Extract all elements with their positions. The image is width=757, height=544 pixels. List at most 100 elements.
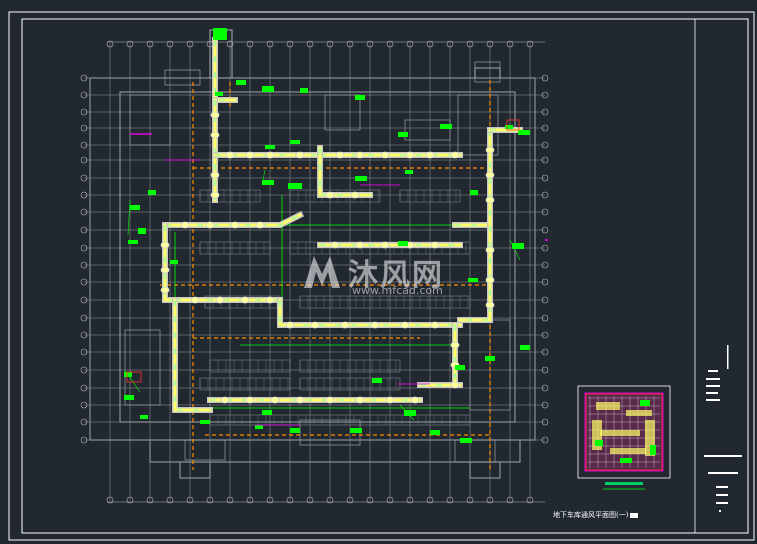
diffuser-marker xyxy=(240,296,250,304)
diffuser-marker xyxy=(405,151,415,159)
equipment-tag xyxy=(130,205,140,210)
diffuser-marker xyxy=(325,396,335,404)
keyplan-tag xyxy=(640,400,650,406)
diffuser-marker xyxy=(485,246,495,254)
room-outline xyxy=(124,329,161,406)
diffuser-marker xyxy=(335,151,345,159)
diffuser-marker xyxy=(485,276,495,284)
diffuser-marker xyxy=(160,241,170,249)
equipment-tag xyxy=(372,378,382,383)
diffuser-marker xyxy=(225,151,235,159)
equipment-tag xyxy=(262,410,272,415)
equipment-tag xyxy=(520,345,530,350)
equipment-tag xyxy=(505,125,513,129)
equipment-tag xyxy=(236,80,246,85)
diffuser-marker xyxy=(285,321,295,329)
equipment-tag xyxy=(430,430,440,435)
equipment-tag xyxy=(128,240,138,244)
leader-line xyxy=(127,199,131,236)
keyplan-tag xyxy=(650,445,656,455)
diffuser-marker xyxy=(370,321,380,329)
parking-row xyxy=(199,377,291,391)
green-equipment-labels xyxy=(124,28,530,443)
equipment-tag xyxy=(405,170,413,174)
diffuser-marker xyxy=(450,151,460,159)
equipment-tag xyxy=(290,140,300,144)
diffuser-marker xyxy=(270,396,280,404)
key-plan xyxy=(577,385,671,490)
diffuser-marker xyxy=(295,151,305,159)
room-outline xyxy=(184,439,226,461)
room-outline xyxy=(454,439,496,463)
room-outline xyxy=(404,119,451,141)
diffuser-marker xyxy=(450,341,460,349)
equipment-tag xyxy=(140,415,148,419)
diffuser-marker xyxy=(485,301,495,309)
diffuser-marker xyxy=(210,191,220,199)
diffuser-marker xyxy=(205,221,215,229)
drawing-caption: 地下车库通风平面图(一) xyxy=(553,510,639,520)
diffuser-marker xyxy=(400,321,410,329)
equipment-tag xyxy=(262,180,274,185)
diffuser-marker xyxy=(355,241,365,249)
equipment-tag xyxy=(213,28,227,40)
equipment-tag xyxy=(398,241,408,246)
equipment-tag xyxy=(455,365,465,370)
equipment-tag xyxy=(485,356,495,361)
diffuser-marker xyxy=(160,266,170,274)
keyplan-duct xyxy=(610,448,646,454)
parking-row xyxy=(299,295,471,309)
keyplan-duct xyxy=(626,410,652,416)
diffuser-marker xyxy=(180,221,190,229)
diffuser-marker xyxy=(210,171,220,179)
diffuser-marker xyxy=(340,321,350,329)
diffuser-marker xyxy=(210,111,220,119)
equipment-tag xyxy=(288,183,302,189)
equipment-tag xyxy=(170,260,178,264)
diffuser-marker xyxy=(355,396,365,404)
diffuser-marker xyxy=(220,396,230,404)
diffuser-marker xyxy=(485,196,495,204)
equipment-tag xyxy=(300,88,308,93)
equipment-tag xyxy=(350,428,362,433)
equipment-tag xyxy=(398,132,408,137)
equipment-tag xyxy=(200,420,210,424)
equipment-tag xyxy=(138,228,146,234)
title-block-marks xyxy=(704,345,742,512)
equipment-tag xyxy=(355,95,365,100)
diffuser-marker xyxy=(330,241,340,249)
keyplan-duct xyxy=(600,430,640,436)
diffuser-marker xyxy=(430,321,440,329)
diffuser-marker xyxy=(410,396,420,404)
cad-drawing-canvas xyxy=(8,11,755,541)
equipment-tag xyxy=(470,190,478,195)
keyplan-tag xyxy=(620,458,632,463)
equipment-tag xyxy=(265,145,275,149)
equipment-tag xyxy=(290,428,300,433)
caption-bar xyxy=(630,512,639,518)
equipment-tag xyxy=(460,438,472,443)
keyplan-tag xyxy=(595,440,603,446)
equipment-tag xyxy=(255,425,263,429)
diffuser-marker xyxy=(380,151,390,159)
room-outline xyxy=(324,94,361,131)
diffuser-marker xyxy=(430,241,440,249)
equipment-tag xyxy=(355,176,367,181)
equipment-tag xyxy=(148,190,156,195)
diffuser-marker xyxy=(245,151,255,159)
diffuser-marker xyxy=(265,151,275,159)
equipment-tag xyxy=(518,130,530,135)
diffuser-marker xyxy=(310,321,320,329)
diffuser-marker xyxy=(265,296,275,304)
equipment-tag xyxy=(215,92,223,96)
keyplan-duct xyxy=(596,402,620,410)
diffuser-marker xyxy=(355,151,365,159)
diffuser-marker xyxy=(485,171,495,179)
diffuser-marker xyxy=(450,381,460,389)
room-outline xyxy=(474,61,501,83)
diffuser-marker xyxy=(160,286,170,294)
diffuser-marker xyxy=(380,241,390,249)
diffuser-marker xyxy=(190,296,200,304)
diffuser-marker xyxy=(210,131,220,139)
diffuser-marker xyxy=(245,396,255,404)
